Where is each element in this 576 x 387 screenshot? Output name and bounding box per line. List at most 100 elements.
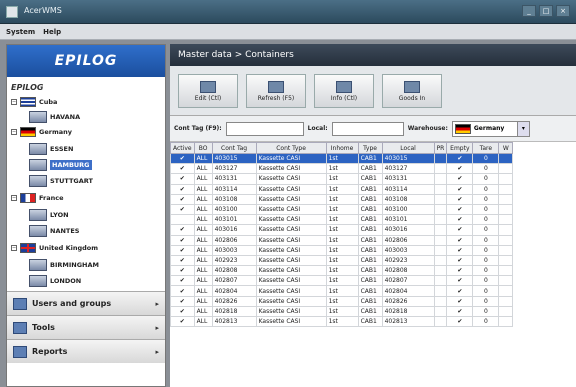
tree-country-uk[interactable]: − United Kingdom: [11, 243, 98, 253]
expand-icon[interactable]: −: [11, 99, 17, 105]
tree-country-germany[interactable]: − Germany: [11, 127, 72, 137]
table-cell: ALL: [193, 254, 213, 267]
column-header[interactable]: Local: [381, 142, 435, 154]
table-cell: 1st: [325, 234, 359, 246]
tree-root-label: EPILOG: [11, 83, 44, 92]
column-header[interactable]: PR: [433, 142, 448, 154]
table-cell: ALL: [193, 234, 213, 246]
tree-warehouse-stuttgart[interactable]: STUTTGART: [29, 175, 93, 187]
table-cell: 0: [472, 193, 500, 205]
table-cell: [433, 224, 448, 236]
minimize-button[interactable]: _: [522, 5, 536, 17]
expand-icon[interactable]: −: [11, 129, 17, 135]
column-header[interactable]: W: [498, 142, 514, 154]
table-row[interactable]: ✔ ALL 402818 Kassette CASI 1st CAB1 402818 ✔ 0: [170, 305, 514, 318]
table-cell: 402808: [211, 265, 257, 277]
table-cell: 0: [472, 214, 500, 226]
germany-flag-icon: [454, 123, 471, 134]
table-cell: 402808: [381, 265, 435, 277]
table-row[interactable]: ✔ ALL 403127 Kassette CASI 1st CAB1 403127 ✔ 0: [170, 163, 514, 175]
table-cell: [433, 295, 448, 307]
table-row[interactable]: ✔ ALL 402923 Kassette CASI 1st CAB1 402923 ✔ 0: [170, 254, 514, 267]
table-row[interactable]: ✔ ALL 402804 Kassette CASI 1st CAB1 402804 ✔ 0: [170, 285, 514, 297]
warehouse-select[interactable]: Germany ▾: [451, 120, 530, 137]
table-row[interactable]: ✔ ALL 402807 Kassette CASI 1st CAB1 402807 ✔ 0: [170, 275, 514, 287]
cuba-flag-icon: [20, 97, 36, 107]
table-row[interactable]: ✔ ALL 403131 Kassette CASI 1st CAB1 403131 ✔ 0: [170, 173, 514, 185]
table-cell: 0: [472, 234, 500, 246]
table-cell: ✔: [446, 224, 474, 236]
table-row[interactable]: ✔ ALL 403016 Kassette CASI 1st CAB1 403016 ✔ 0: [170, 224, 514, 236]
table-cell: ALL: [193, 203, 213, 216]
table-cell: [498, 295, 514, 307]
table-cell: [433, 234, 448, 246]
expand-icon[interactable]: −: [11, 245, 17, 251]
tree-country-france[interactable]: − France: [11, 193, 64, 203]
tree-warehouse-havana[interactable]: HAVANA: [29, 111, 80, 123]
refresh-button[interactable]: Refresh (F5): [246, 74, 306, 108]
column-header[interactable]: Empty: [446, 142, 474, 154]
menu-help[interactable]: Help: [43, 28, 61, 36]
tree-warehouse-london[interactable]: LONDON: [29, 275, 81, 287]
column-header[interactable]: Active: [170, 142, 195, 154]
column-header[interactable]: Type: [357, 142, 383, 154]
table-cell: [498, 315, 514, 328]
maximize-button[interactable]: □: [539, 5, 553, 17]
accordion-tools[interactable]: Tools ▸: [7, 315, 165, 339]
table-cell: [498, 193, 514, 205]
table-row[interactable]: ✔ ALL 403003 Kassette CASI 1st CAB1 403003 ✔ 0: [170, 244, 514, 256]
table-cell: CAB1: [357, 275, 383, 287]
edit-button[interactable]: Edit (Ctl): [178, 74, 238, 108]
table-cell: CAB1: [357, 152, 383, 165]
table-cell: CAB1: [357, 244, 383, 256]
close-button[interactable]: ×: [556, 5, 570, 17]
table-cell: Kassette CASI: [255, 305, 327, 318]
table-row[interactable]: ✔ ALL 403108 Kassette CASI 1st CAB1 403108 ✔ 0: [170, 193, 514, 205]
tree-warehouse-birmingham[interactable]: BIRMINGHAM: [29, 259, 99, 271]
table-cell: [433, 214, 448, 226]
table-cell: ✔: [446, 244, 474, 256]
column-header[interactable]: Cont Type: [255, 142, 327, 154]
info-button[interactable]: Info (Ctl): [314, 74, 374, 108]
tree-country-cuba[interactable]: − Cuba: [11, 97, 57, 107]
local-input[interactable]: [331, 121, 404, 136]
table-cell: ✔: [446, 214, 474, 226]
table-row[interactable]: ✔ ALL 402826 Kassette CASI 1st CAB1 402826 ✔ 0: [170, 295, 514, 307]
warehouse-icon: [29, 275, 47, 287]
accordion-reports[interactable]: Reports ▸: [7, 339, 165, 363]
cont-tag-input[interactable]: [225, 121, 304, 136]
table-row[interactable]: ✔ ALL 403015 Kassette CASI 1st CAB1 403015 ✔ 0: [170, 152, 514, 165]
column-header[interactable]: Inhome: [325, 142, 359, 154]
table-cell: ✔: [170, 152, 195, 165]
refresh-button-label: Refresh (F5): [257, 94, 295, 102]
tree-warehouse-lyon[interactable]: LYON: [29, 209, 69, 221]
table-cell: ALL: [193, 315, 213, 328]
column-header[interactable]: BO: [193, 142, 213, 154]
table-row[interactable]: ✔ ALL 403114 Kassette CASI 1st CAB1 403114 ✔ 0: [170, 183, 514, 195]
goods-in-button[interactable]: Goods In: [382, 74, 442, 108]
table-cell: 403100: [381, 203, 435, 216]
info-button-label: Info (Ctl): [330, 94, 358, 102]
warehouse-label: Warehouse:: [407, 125, 448, 132]
accordion-users-and-groups[interactable]: Users and groups ▸: [7, 291, 165, 315]
tree-warehouse-hamburg[interactable]: HAMBURG: [29, 159, 92, 171]
table-row[interactable]: ✔ ALL 402808 Kassette CASI 1st CAB1 402808 ✔ 0: [170, 265, 514, 277]
menu-system[interactable]: System: [6, 28, 35, 36]
table-row[interactable]: ALL 403101 Kassette CASI 1st CAB1 403101 ✔ 0: [170, 214, 514, 226]
table-cell: ✔: [446, 173, 474, 185]
accordion-label: Tools: [32, 323, 55, 332]
table-row[interactable]: ✔ ALL 402813 Kassette CASI 1st CAB1 402813 ✔ 0: [170, 315, 514, 328]
table-cell: 403114: [211, 183, 257, 195]
chevron-down-icon[interactable]: ▾: [516, 121, 529, 136]
tree-warehouse-essen[interactable]: ESSEN: [29, 143, 73, 155]
table-cell: 402818: [381, 305, 435, 318]
column-header[interactable]: Cont Tag: [211, 142, 257, 154]
expand-icon[interactable]: −: [11, 195, 17, 201]
column-header[interactable]: Tare: [472, 142, 500, 154]
table-row[interactable]: ✔ ALL 402806 Kassette CASI 1st CAB1 402806 ✔ 0: [170, 234, 514, 246]
table-row[interactable]: ✔ ALL 403100 Kassette CASI 1st CAB1 403100 ✔ 0: [170, 203, 514, 216]
tree-warehouse-nantes[interactable]: NANTES: [29, 225, 79, 237]
table-cell: Kassette CASI: [255, 152, 327, 165]
table-cell: CAB1: [357, 305, 383, 318]
tree-root[interactable]: EPILOG: [11, 83, 43, 92]
